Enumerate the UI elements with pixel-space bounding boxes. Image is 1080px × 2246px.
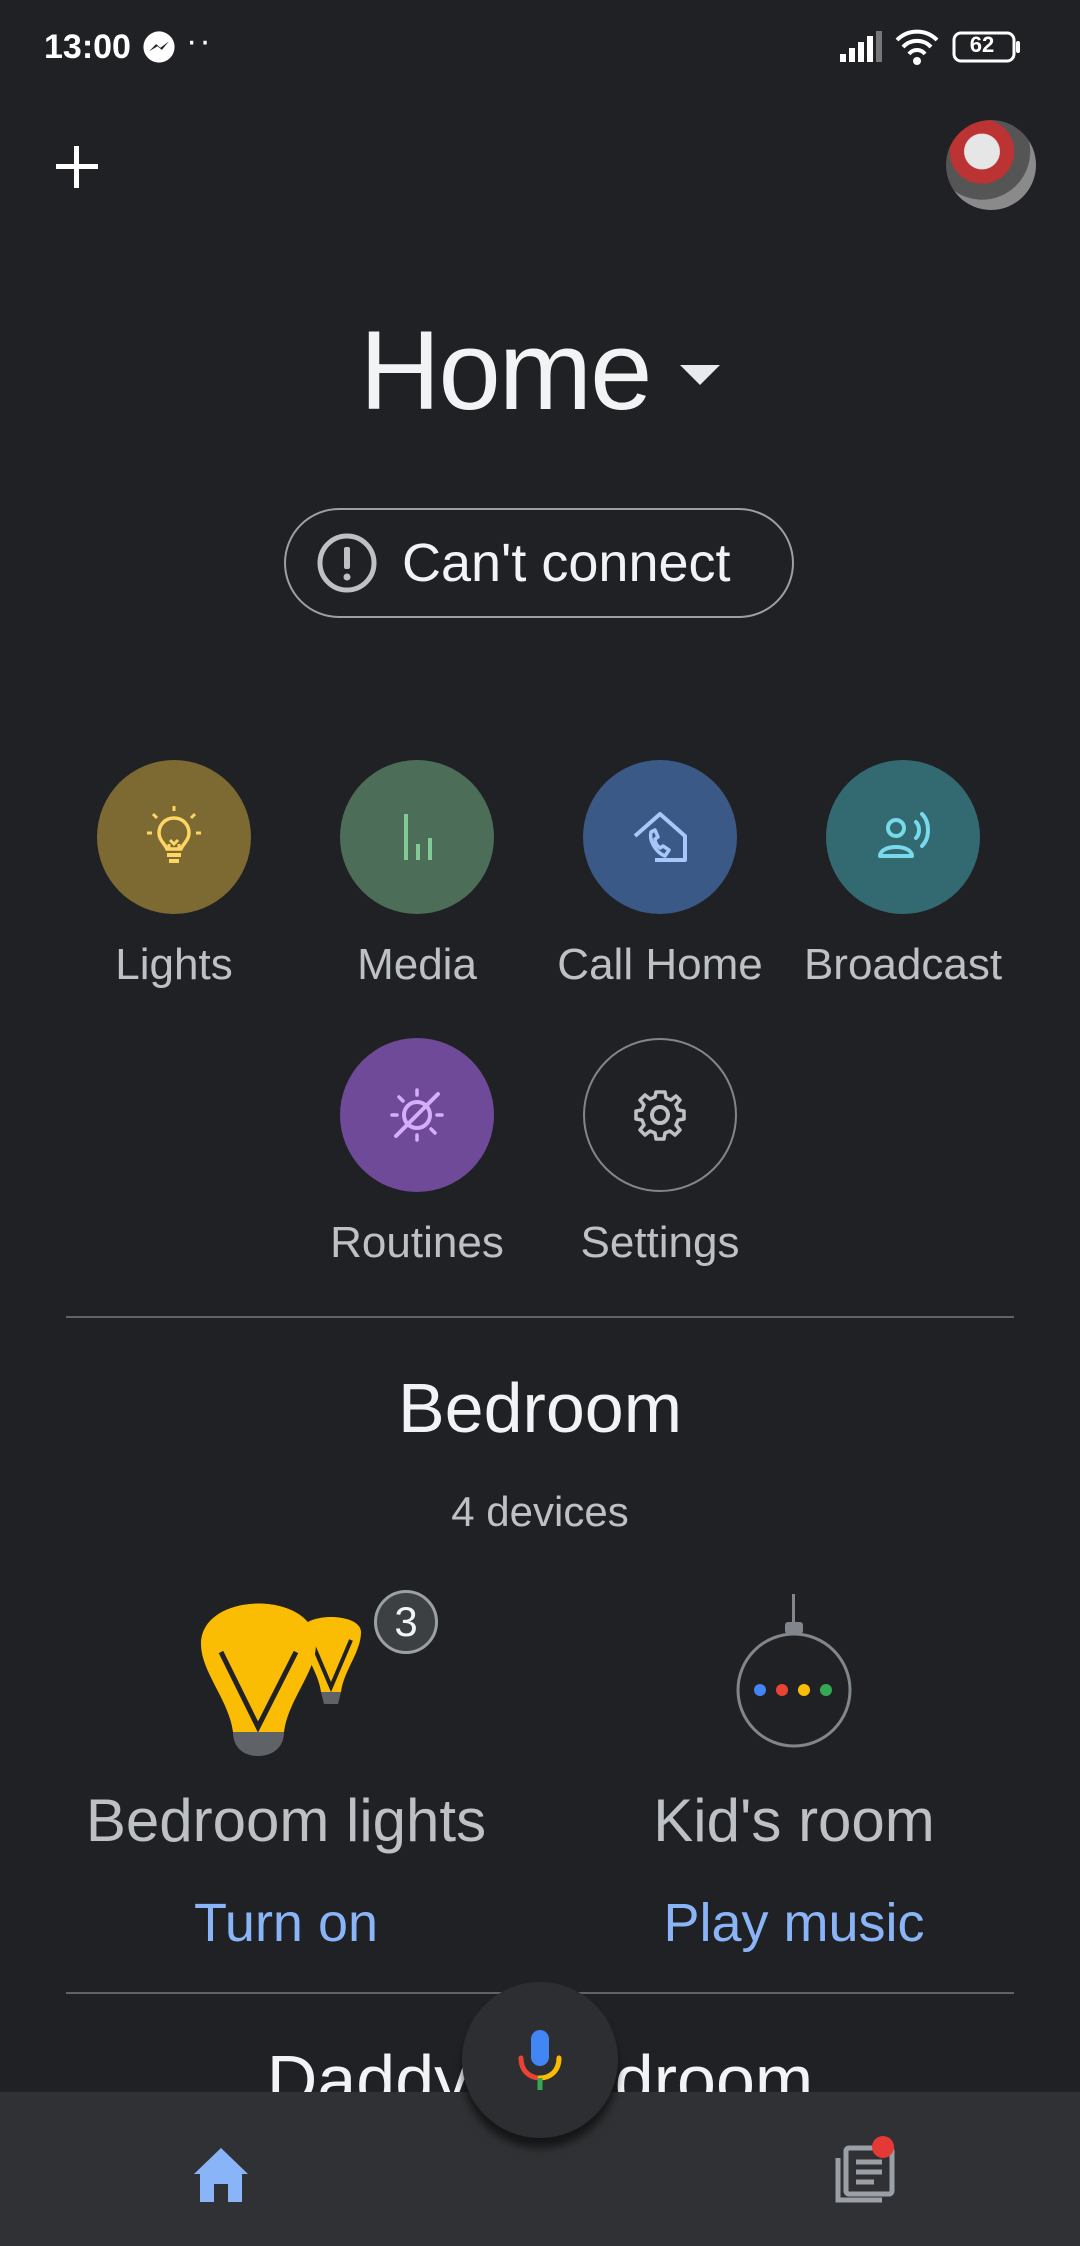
- home-tab-icon[interactable]: [186, 2140, 256, 2210]
- room-title: Bedroom: [397, 1369, 683, 1447]
- gear-icon: [634, 1090, 686, 1141]
- call-home-icon: [633, 812, 687, 862]
- divider: [66, 1316, 1014, 1318]
- lightbulbs-icon[interactable]: [196, 1592, 376, 1762]
- action-label: Call Home: [557, 940, 763, 989]
- add-button[interactable]: [50, 140, 104, 194]
- status-bar: 13:00 ·· 62: [0, 0, 1080, 100]
- cant-connect-chip[interactable]: Can't connect: [284, 508, 794, 618]
- action-routines[interactable]: Routines: [297, 1038, 537, 1288]
- room-device-count: 4 devices: [451, 1488, 629, 1535]
- caret-down-icon: [680, 365, 721, 385]
- battery-level: 62: [969, 32, 995, 57]
- wifi-icon: [895, 29, 939, 65]
- microphone-icon: [518, 2030, 562, 2090]
- lightbulb-icon: [147, 806, 201, 863]
- warning-icon: [317, 533, 377, 593]
- notification-dot: [872, 2136, 894, 2158]
- action-label: Settings: [580, 1218, 740, 1267]
- action-lights[interactable]: Lights: [54, 760, 294, 1010]
- action-label: Lights: [115, 940, 233, 989]
- device-name: Bedroom lights: [85, 1787, 487, 1854]
- play-music-button[interactable]: Play music: [524, 1892, 1064, 1954]
- action-call-home[interactable]: Call Home: [540, 760, 780, 1010]
- action-media[interactable]: Media: [297, 760, 537, 1010]
- status-time: 13:00: [44, 28, 131, 66]
- action-settings[interactable]: Settings: [540, 1038, 780, 1288]
- home-title: Home: [359, 307, 653, 433]
- action-label: Routines: [330, 1218, 504, 1267]
- avatar[interactable]: [946, 120, 1036, 210]
- messenger-icon: [143, 31, 175, 63]
- status-dots: ··: [186, 22, 213, 60]
- broadcast-circle: [826, 760, 980, 914]
- cant-connect-label: Can't connect: [402, 533, 731, 593]
- action-broadcast[interactable]: Broadcast: [783, 760, 1023, 1010]
- turn-on-button[interactable]: Turn on: [16, 1892, 556, 1954]
- routines-icon: [390, 1088, 444, 1142]
- device-count-badge: 3: [374, 1590, 438, 1654]
- action-label: Media: [357, 940, 477, 989]
- google-home-mini-icon[interactable]: [730, 1594, 858, 1748]
- signal-icon: [840, 31, 882, 62]
- assistant-mic-button[interactable]: [462, 1982, 618, 2138]
- broadcast-icon: [878, 812, 930, 858]
- lights-circle: [97, 760, 251, 914]
- action-label: Broadcast: [803, 940, 1003, 989]
- routines-circle: [340, 1038, 494, 1192]
- media-circle: [340, 760, 494, 914]
- home-selector[interactable]: Home: [0, 300, 1080, 440]
- device-name: Kid's room: [653, 1787, 935, 1854]
- settings-circle: [583, 1038, 737, 1192]
- equalizer-icon: [404, 814, 432, 860]
- call-home-circle: [583, 760, 737, 914]
